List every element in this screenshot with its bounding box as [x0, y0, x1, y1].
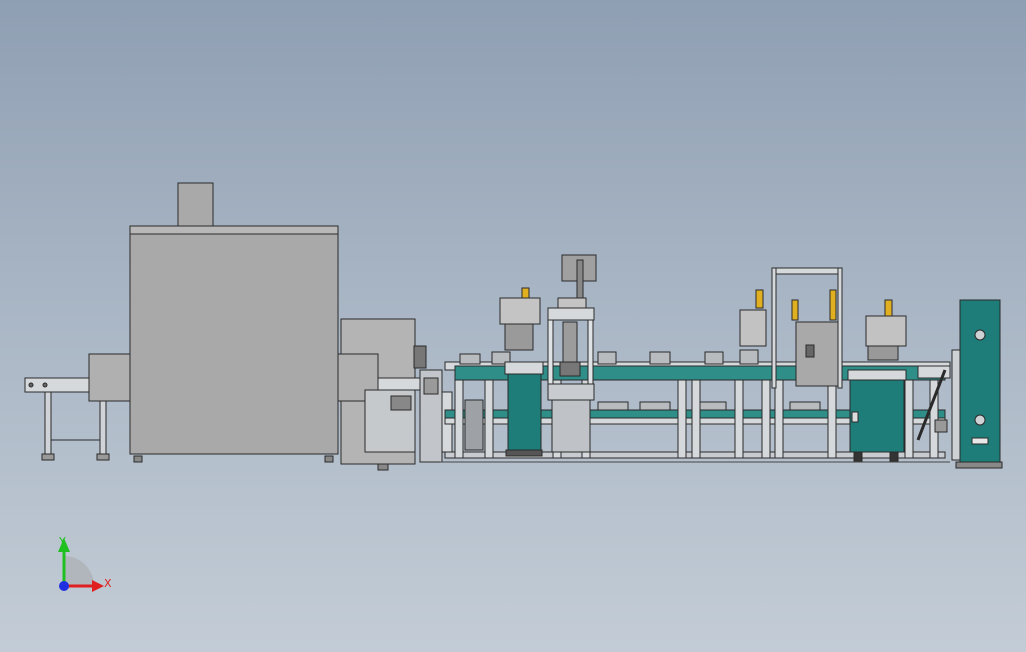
control-cabinet-left [504, 361, 544, 457]
axis-x-label: X [104, 577, 112, 590]
control-cabinet-right [847, 369, 907, 463]
oven-housing [88, 182, 339, 463]
production-line-assembly [24, 182, 1003, 471]
cabinet-icon [951, 299, 1003, 469]
press-station [547, 254, 597, 453]
axis-y-label: Y [58, 535, 66, 548]
cad-viewport[interactable]: Y X [0, 0, 1026, 652]
